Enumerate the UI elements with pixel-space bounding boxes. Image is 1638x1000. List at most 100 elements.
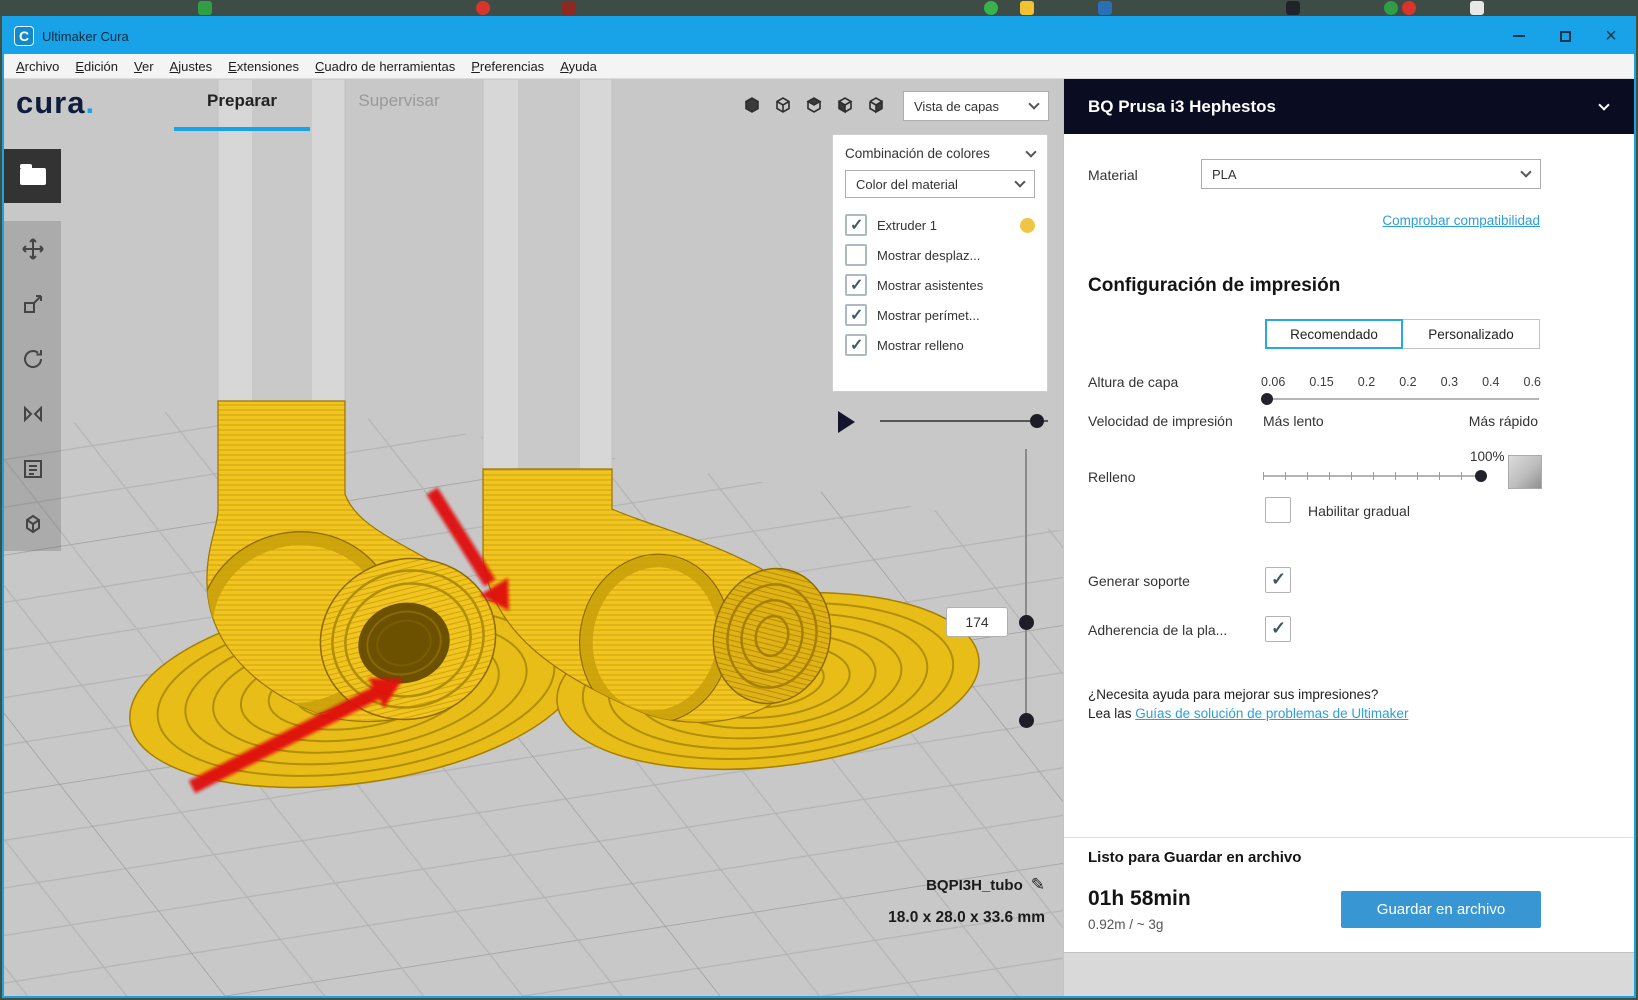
tick-label: 0.2 — [1399, 375, 1417, 389]
desktop-icon[interactable] — [1020, 1, 1034, 15]
maximize-button[interactable] — [1542, 18, 1588, 54]
rotate-icon — [23, 349, 42, 368]
layer-view-options: Extruder 1 Mostrar desplaz... Mostrar as… — [845, 210, 1035, 360]
layer-slider-lower-handle[interactable] — [1019, 713, 1034, 728]
menu-extensiones[interactable]: Extensiones — [220, 56, 307, 77]
help-prefix: Lea las — [1088, 706, 1136, 721]
path-slider[interactable] — [880, 413, 1048, 429]
window-title: Ultimaker Cura — [42, 28, 129, 44]
tab-monitor[interactable]: Supervisar — [344, 91, 454, 111]
support-blocker-button[interactable] — [4, 496, 61, 551]
tick-label: 0.6 — [1523, 375, 1541, 389]
model-caption: BQPI3H_tubo 18.0 x 28.0 x 33.6 mm — [888, 875, 1045, 927]
desktop-background — [0, 0, 1638, 16]
layer-slider-track[interactable] — [1025, 449, 1027, 724]
desktop-icon[interactable] — [198, 1, 212, 15]
menu-ajustes[interactable]: Ajustes — [162, 56, 221, 77]
show-travels-checkbox[interactable] — [845, 244, 867, 266]
layer-height-slider-track[interactable] — [1263, 398, 1539, 400]
print-settings-panel: BQ Prusa i3 Hephestos Material PLA Compr… — [1063, 79, 1634, 996]
tick-label: 0.3 — [1440, 375, 1459, 389]
desktop-icon[interactable] — [1098, 1, 1112, 15]
view-right-button[interactable] — [865, 94, 887, 116]
layer-height-ticks: 0.06 0.15 0.2 0.2 0.3 0.4 0.6 — [1261, 375, 1541, 389]
troubleshooting-guides-link[interactable]: Guías de solución de problemas de Ultima… — [1135, 706, 1408, 721]
speed-max-label: Más rápido — [1468, 413, 1538, 429]
material-dropdown[interactable]: PLA — [1201, 159, 1541, 189]
speed-min-label: Más lento — [1263, 413, 1324, 429]
color-scheme-header[interactable]: Combinación de colores — [845, 145, 1037, 161]
path-slider-handle[interactable] — [1030, 414, 1044, 428]
view-left-button[interactable] — [834, 94, 856, 116]
show-shell-checkbox[interactable] — [845, 304, 867, 326]
view-front-button[interactable] — [772, 94, 794, 116]
scale-tool-button[interactable] — [4, 276, 61, 331]
menu-preferencias[interactable]: Preferencias — [463, 56, 552, 77]
title-bar[interactable]: Ultimaker Cura — [4, 18, 1634, 54]
menu-ayuda[interactable]: Ayuda — [552, 56, 605, 77]
gradual-infill-image — [1508, 455, 1542, 489]
color-scheme-value: Color del material — [856, 176, 958, 192]
save-section-divider — [1064, 837, 1634, 838]
infill-slider-handle[interactable] — [1475, 470, 1487, 482]
material-usage: 0.92m / ~ 3g — [1088, 917, 1164, 932]
view-mode-dropdown[interactable]: Vista de capas — [903, 91, 1049, 121]
machine-selector[interactable]: BQ Prusa i3 Hephestos — [1064, 79, 1634, 134]
tab-custom[interactable]: Personalizado — [1402, 319, 1540, 349]
per-model-settings-button[interactable] — [4, 441, 61, 496]
menu-archivo[interactable]: Archivo — [8, 56, 67, 77]
rotate-tool-button[interactable] — [4, 331, 61, 386]
desktop-icon[interactable] — [984, 1, 998, 15]
list-item: Mostrar asistentes — [845, 270, 1035, 300]
model-column-right[interactable] — [482, 79, 613, 471]
menu-edicion[interactable]: Edición — [67, 56, 126, 77]
layer-height-slider-handle[interactable] — [1261, 393, 1273, 405]
show-helpers-checkbox[interactable] — [845, 274, 867, 296]
color-scheme-dropdown[interactable]: Color del material — [845, 170, 1035, 198]
gradual-infill-checkbox[interactable] — [1265, 497, 1291, 523]
chevron-down-icon — [1025, 145, 1037, 158]
extruder1-checkbox[interactable] — [845, 214, 867, 236]
chevron-down-icon — [1598, 98, 1610, 111]
desktop-icon[interactable] — [476, 1, 490, 15]
layer-height-slider[interactable] — [1261, 393, 1539, 405]
minimize-icon — [1513, 35, 1525, 37]
view-3d-button[interactable] — [741, 94, 763, 116]
desktop-icon[interactable] — [1384, 1, 1398, 15]
cura-app-icon — [14, 26, 34, 46]
viewport-3d[interactable]: cura. Preparar Supervisar Vista de capas… — [4, 79, 1063, 996]
open-file-button[interactable] — [4, 149, 61, 203]
view-mode-value: Vista de capas — [914, 98, 1000, 114]
list-item: Mostrar perímet... — [845, 300, 1035, 330]
minimize-button[interactable] — [1496, 18, 1542, 54]
generate-support-checkbox[interactable] — [1265, 567, 1291, 593]
active-tab-underline — [174, 127, 310, 131]
infill-slider-track[interactable] — [1263, 475, 1485, 477]
menu-herramientas[interactable]: Cuadro de herramientas — [307, 56, 463, 77]
per-model-settings-icon — [23, 459, 42, 478]
move-tool-button[interactable] — [4, 221, 61, 276]
save-to-file-button[interactable]: Guardar en archivo — [1341, 891, 1541, 928]
tool-sidebar — [4, 221, 61, 551]
menu-ver[interactable]: Ver — [126, 56, 162, 77]
close-button[interactable] — [1588, 18, 1634, 54]
tab-recommended[interactable]: Recomendado — [1265, 319, 1403, 349]
play-simulation-button[interactable] — [838, 411, 855, 433]
list-item: Mostrar desplaz... — [845, 240, 1035, 270]
path-slider-track[interactable] — [880, 420, 1048, 422]
desktop-icon[interactable] — [1286, 1, 1300, 15]
tab-prepare[interactable]: Preparar — [174, 91, 310, 111]
edit-model-name-icon[interactable] — [1031, 875, 1045, 895]
layer-slider-upper-handle[interactable] — [1019, 615, 1034, 630]
desktop-icon[interactable] — [1470, 1, 1484, 15]
support-blocker-icon — [25, 514, 40, 533]
show-infill-checkbox[interactable] — [845, 334, 867, 356]
infill-slider[interactable] — [1263, 469, 1487, 483]
view-top-button[interactable] — [803, 94, 825, 116]
layer-slider[interactable] — [1018, 449, 1036, 729]
desktop-icon[interactable] — [562, 1, 576, 15]
check-compatibility-link[interactable]: Comprobar compatibilidad — [1382, 213, 1540, 228]
mirror-tool-button[interactable] — [4, 386, 61, 441]
adhesion-checkbox[interactable] — [1265, 616, 1291, 642]
desktop-icon[interactable] — [1402, 1, 1416, 15]
